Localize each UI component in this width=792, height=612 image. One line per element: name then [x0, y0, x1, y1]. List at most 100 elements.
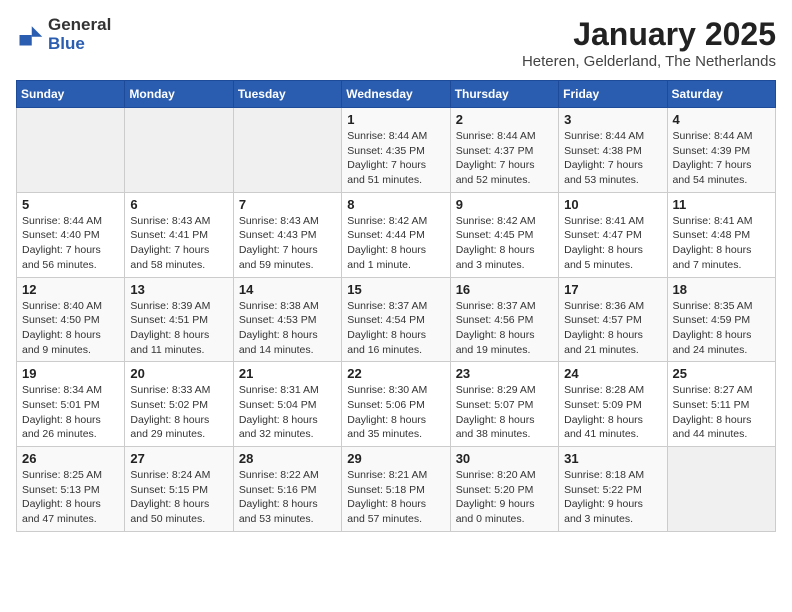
weekday-header-cell: Friday	[559, 81, 667, 108]
calendar-day-cell: 2Sunrise: 8:44 AMSunset: 4:37 PMDaylight…	[450, 108, 558, 193]
day-number: 5	[22, 197, 119, 212]
calendar-week-row: 5Sunrise: 8:44 AMSunset: 4:40 PMDaylight…	[17, 192, 776, 277]
day-info: Sunrise: 8:40 AMSunset: 4:50 PMDaylight:…	[22, 299, 119, 358]
day-number: 30	[456, 451, 553, 466]
calendar-day-cell: 10 Sunrise: 8:41 AMSunset: 4:47 PMDayligh…	[559, 192, 667, 277]
calendar-day-cell: 30 Sunrise: 8:20 AMSunset: 5:20 PMDayligh…	[450, 447, 558, 532]
day-info: Sunrise: 8:41 AMSunset: 4:47 PMDaylight:…	[564, 214, 661, 273]
day-info: Sunrise: 8:28 AMSunset: 5:09 PMDaylight:…	[564, 383, 661, 442]
logo-text-line1: General	[48, 16, 111, 35]
day-number: 23	[456, 366, 553, 381]
day-info: Sunrise: 8:43 AMSunset: 4:43 PMDaylight:…	[239, 214, 336, 273]
day-info: Sunrise: 8:44 AMSunset: 4:39 PMDaylight:…	[673, 129, 770, 188]
day-info: Sunrise: 8:21 AMSunset: 5:18 PMDaylight:…	[347, 468, 444, 527]
calendar-day-cell	[667, 447, 775, 532]
day-number: 7	[239, 197, 336, 212]
calendar-day-cell: 14 Sunrise: 8:38 AMSunset: 4:53 PMDayligh…	[233, 277, 341, 362]
day-info: Sunrise: 8:20 AMSunset: 5:20 PMDaylight:…	[456, 468, 553, 527]
day-info: Sunrise: 8:39 AMSunset: 4:51 PMDaylight:…	[130, 299, 227, 358]
day-number: 24	[564, 366, 661, 381]
calendar-day-cell: 25 Sunrise: 8:27 AMSunset: 5:11 PMDayligh…	[667, 362, 775, 447]
calendar-day-cell: 19 Sunrise: 8:34 AMSunset: 5:01 PMDayligh…	[17, 362, 125, 447]
day-number: 1	[347, 112, 444, 127]
calendar-day-cell: 17Sunrise: 8:36 AMSunset: 4:57 PMDayligh…	[559, 277, 667, 362]
weekday-header-cell: Monday	[125, 81, 233, 108]
day-info: Sunrise: 8:44 AMSunset: 4:38 PMDaylight:…	[564, 129, 661, 188]
day-info: Sunrise: 8:42 AMSunset: 4:45 PMDaylight:…	[456, 214, 553, 273]
calendar-day-cell	[125, 108, 233, 193]
calendar-day-cell: 15Sunrise: 8:37 AMSunset: 4:54 PMDayligh…	[342, 277, 450, 362]
day-number: 10	[564, 197, 661, 212]
calendar-day-cell: 3Sunrise: 8:44 AMSunset: 4:38 PMDaylight…	[559, 108, 667, 193]
calendar-table: SundayMondayTuesdayWednesdayThursdayFrid…	[16, 80, 776, 532]
day-number: 25	[673, 366, 770, 381]
weekday-header-cell: Saturday	[667, 81, 775, 108]
calendar-week-row: 26 Sunrise: 8:25 AMSunset: 5:13 PMDayligh…	[17, 447, 776, 532]
day-number: 20	[130, 366, 227, 381]
day-number: 4	[673, 112, 770, 127]
day-info: Sunrise: 8:35 AMSunset: 4:59 PMDaylight:…	[673, 299, 770, 358]
day-number: 19	[22, 366, 119, 381]
day-number: 13	[130, 282, 227, 297]
day-info: Sunrise: 8:18 AMSunset: 5:22 PMDaylight:…	[564, 468, 661, 527]
calendar-day-cell: 8 Sunrise: 8:42 AMSunset: 4:44 PMDaylight…	[342, 192, 450, 277]
calendar-day-cell: 22 Sunrise: 8:30 AMSunset: 5:06 PMDayligh…	[342, 362, 450, 447]
day-info: Sunrise: 8:27 AMSunset: 5:11 PMDaylight:…	[673, 383, 770, 442]
calendar-day-cell: 20 Sunrise: 8:33 AMSunset: 5:02 PMDayligh…	[125, 362, 233, 447]
day-info: Sunrise: 8:33 AMSunset: 5:02 PMDaylight:…	[130, 383, 227, 442]
calendar-week-row: 19 Sunrise: 8:34 AMSunset: 5:01 PMDayligh…	[17, 362, 776, 447]
calendar-day-cell: 26 Sunrise: 8:25 AMSunset: 5:13 PMDayligh…	[17, 447, 125, 532]
calendar-day-cell: 9 Sunrise: 8:42 AMSunset: 4:45 PMDaylight…	[450, 192, 558, 277]
day-info: Sunrise: 8:22 AMSunset: 5:16 PMDaylight:…	[239, 468, 336, 527]
page-header: General Blue January 2025 Heteren, Gelde…	[16, 16, 776, 70]
calendar-day-cell: 24 Sunrise: 8:28 AMSunset: 5:09 PMDayligh…	[559, 362, 667, 447]
day-number: 26	[22, 451, 119, 466]
calendar-day-cell	[17, 108, 125, 193]
month-title: January 2025	[522, 16, 776, 53]
day-info: Sunrise: 8:24 AMSunset: 5:15 PMDaylight:…	[130, 468, 227, 527]
day-info: Sunrise: 8:25 AMSunset: 5:13 PMDaylight:…	[22, 468, 119, 527]
day-number: 18	[673, 282, 770, 297]
day-number: 8	[347, 197, 444, 212]
calendar-day-cell: 27 Sunrise: 8:24 AMSunset: 5:15 PMDayligh…	[125, 447, 233, 532]
calendar-day-cell: 13 Sunrise: 8:39 AMSunset: 4:51 PMDayligh…	[125, 277, 233, 362]
day-number: 21	[239, 366, 336, 381]
day-info: Sunrise: 8:37 AMSunset: 4:56 PMDaylight:…	[456, 299, 553, 358]
day-info: Sunrise: 8:38 AMSunset: 4:53 PMDaylight:…	[239, 299, 336, 358]
day-number: 27	[130, 451, 227, 466]
calendar-day-cell: 29 Sunrise: 8:21 AMSunset: 5:18 PMDayligh…	[342, 447, 450, 532]
day-info: Sunrise: 8:44 AMSunset: 4:35 PMDaylight:…	[347, 129, 444, 188]
calendar-day-cell: 11 Sunrise: 8:41 AMSunset: 4:48 PMDayligh…	[667, 192, 775, 277]
logo: General Blue	[16, 16, 111, 53]
calendar-day-cell: 6Sunrise: 8:43 AMSunset: 4:41 PMDaylight…	[125, 192, 233, 277]
day-number: 12	[22, 282, 119, 297]
day-info: Sunrise: 8:41 AMSunset: 4:48 PMDaylight:…	[673, 214, 770, 273]
day-info: Sunrise: 8:37 AMSunset: 4:54 PMDaylight:…	[347, 299, 444, 358]
day-info: Sunrise: 8:34 AMSunset: 5:01 PMDaylight:…	[22, 383, 119, 442]
day-number: 22	[347, 366, 444, 381]
weekday-header-row: SundayMondayTuesdayWednesdayThursdayFrid…	[17, 81, 776, 108]
calendar-day-cell: 23Sunrise: 8:29 AMSunset: 5:07 PMDayligh…	[450, 362, 558, 447]
day-number: 14	[239, 282, 336, 297]
day-info: Sunrise: 8:36 AMSunset: 4:57 PMDaylight:…	[564, 299, 661, 358]
logo-text-line2: Blue	[48, 35, 111, 54]
weekday-header-cell: Thursday	[450, 81, 558, 108]
day-number: 11	[673, 197, 770, 212]
day-number: 29	[347, 451, 444, 466]
day-info: Sunrise: 8:30 AMSunset: 5:06 PMDaylight:…	[347, 383, 444, 442]
calendar-day-cell: 1 Sunrise: 8:44 AMSunset: 4:35 PMDaylight…	[342, 108, 450, 193]
calendar-day-cell: 5Sunrise: 8:44 AMSunset: 4:40 PMDaylight…	[17, 192, 125, 277]
weekday-header-cell: Wednesday	[342, 81, 450, 108]
location: Heteren, Gelderland, The Netherlands	[522, 53, 776, 70]
day-number: 9	[456, 197, 553, 212]
calendar-day-cell: 28Sunrise: 8:22 AMSunset: 5:16 PMDayligh…	[233, 447, 341, 532]
day-number: 16	[456, 282, 553, 297]
day-info: Sunrise: 8:42 AMSunset: 4:44 PMDaylight:…	[347, 214, 444, 273]
title-block: January 2025 Heteren, Gelderland, The Ne…	[522, 16, 776, 70]
calendar-day-cell: 21Sunrise: 8:31 AMSunset: 5:04 PMDayligh…	[233, 362, 341, 447]
weekday-header-cell: Tuesday	[233, 81, 341, 108]
calendar-day-cell: 4 Sunrise: 8:44 AMSunset: 4:39 PMDaylight…	[667, 108, 775, 193]
calendar-day-cell: 7 Sunrise: 8:43 AMSunset: 4:43 PMDaylight…	[233, 192, 341, 277]
day-number: 2	[456, 112, 553, 127]
calendar-day-cell	[233, 108, 341, 193]
